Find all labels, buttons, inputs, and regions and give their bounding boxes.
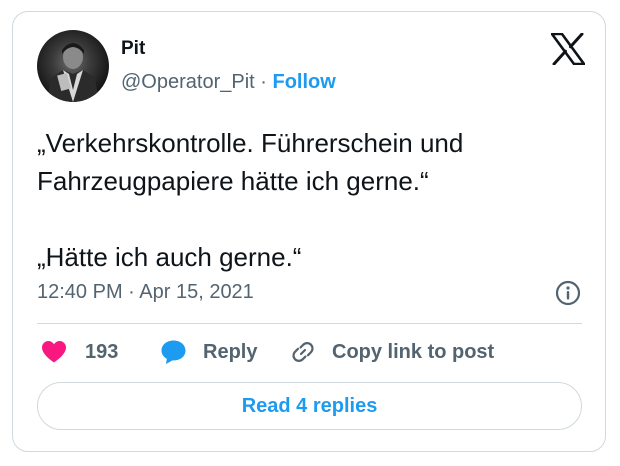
reply-bubble-icon xyxy=(161,340,186,364)
link-icon xyxy=(292,342,314,362)
like-button[interactable]: 193 xyxy=(41,338,118,366)
tweet-timestamp[interactable]: 12:40 PM · Apr 15, 2021 xyxy=(37,280,254,304)
divider xyxy=(37,323,582,324)
copy-link-button[interactable]: Copy link to post xyxy=(290,338,494,366)
tweet-card: Pit @Operator_Pit · Follow „Verkehrskont… xyxy=(12,11,606,452)
heart-icon xyxy=(42,341,66,363)
tweet-text: „Verkehrskontrolle. Führerschein und Fah… xyxy=(37,124,582,276)
follow-link[interactable]: Follow xyxy=(273,71,336,93)
author-meta: @Operator_Pit · Follow xyxy=(121,70,336,94)
reply-label: Reply xyxy=(203,341,258,363)
reply-button[interactable]: Reply xyxy=(160,338,257,366)
info-icon[interactable] xyxy=(555,280,581,306)
meta-separator: · xyxy=(260,71,267,93)
avatar[interactable] xyxy=(37,30,109,102)
author-handle[interactable]: @Operator_Pit xyxy=(121,71,255,93)
copy-link-label: Copy link to post xyxy=(332,341,495,363)
tweet-paragraph: „Hätte ich auch gerne.“ xyxy=(37,242,302,272)
author-name[interactable]: Pit xyxy=(121,38,145,60)
x-logo-icon[interactable] xyxy=(551,33,585,65)
read-replies-button[interactable]: Read 4 replies xyxy=(37,382,582,430)
like-count: 193 xyxy=(85,341,119,363)
tweet-paragraph: „Verkehrskontrolle. Führerschein und Fah… xyxy=(37,128,464,196)
